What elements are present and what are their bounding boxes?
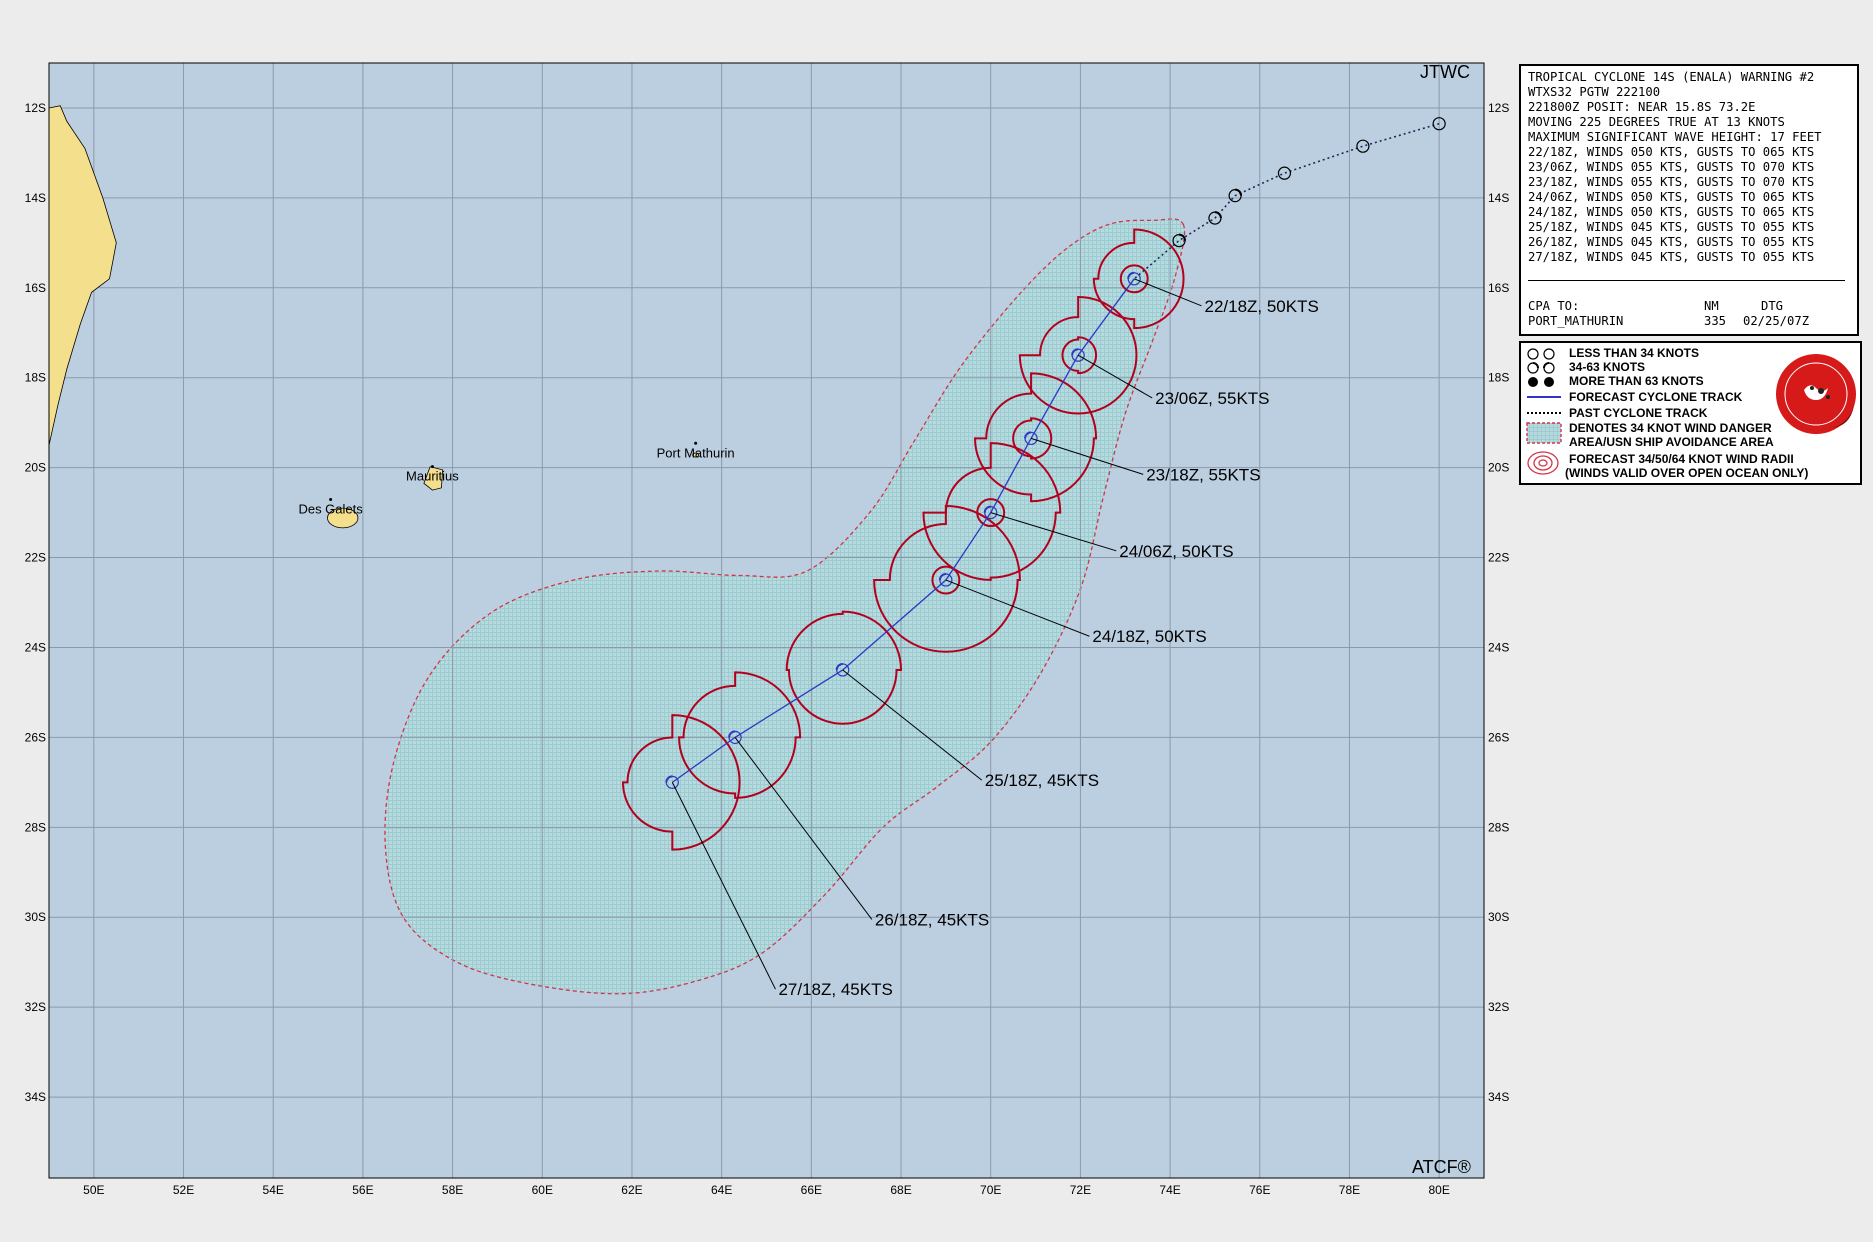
lat-tick-label: 14S — [1488, 191, 1509, 205]
warning-line: 23/06Z, WINDS 055 KTS, GUSTS TO 070 KTS — [1528, 160, 1815, 174]
lat-tick-label: 22S — [25, 551, 46, 565]
legend-item: PAST CYCLONE TRACK — [1569, 406, 1708, 420]
lat-tick-label: 20S — [1488, 461, 1509, 475]
lon-tick-label: 68E — [890, 1183, 911, 1197]
forecast-label: 27/18Z, 45KTS — [778, 980, 892, 999]
lat-tick-label: 16S — [1488, 281, 1509, 295]
warning-panel: TROPICAL CYCLONE 14S (ENALA) WARNING #2 W… — [1519, 64, 1859, 336]
software-label: ATCF® — [1412, 1157, 1471, 1177]
34-63-knots-icon — [1527, 362, 1555, 374]
warning-line: 22/18Z, WINDS 050 KTS, GUSTS TO 065 KTS — [1528, 145, 1815, 159]
legend-item: (WINDS VALID OVER OPEN OCEAN ONLY) — [1565, 466, 1809, 480]
lat-tick-label: 32S — [25, 1000, 46, 1014]
legend-item: 34-63 KNOTS — [1569, 360, 1646, 374]
lat-tick-label: 28S — [25, 820, 46, 834]
legend-symbols — [1526, 348, 1562, 475]
lat-tick-label: 22S — [1488, 551, 1509, 565]
forecast-label: 23/18Z, 55KTS — [1146, 465, 1260, 484]
lon-tick-label: 76E — [1249, 1183, 1270, 1197]
place-label: Mauritius — [406, 469, 459, 484]
lat-tick-label: 12S — [25, 101, 46, 115]
lon-tick-label: 56E — [352, 1183, 373, 1197]
lon-tick-label: 66E — [801, 1183, 822, 1197]
legend-item: LESS THAN 34 KNOTS — [1569, 346, 1700, 360]
lat-tick-label: 24S — [1488, 640, 1509, 654]
more-than-63-icon — [1528, 377, 1554, 387]
lat-tick-label: 12S — [1488, 101, 1509, 115]
lat-tick-label: 24S — [25, 640, 46, 654]
warning-line: MAXIMUM SIGNIFICANT WAVE HEIGHT: 17 FEET — [1528, 130, 1822, 144]
lat-tick-label: 34S — [25, 1090, 46, 1104]
forecast-label: 24/06Z, 50KTS — [1119, 542, 1233, 561]
agency-label: JTWC — [1420, 62, 1470, 82]
wind-radii-icon — [1527, 451, 1559, 475]
lon-tick-label: 72E — [1070, 1183, 1091, 1197]
warning-line: MOVING 225 DEGREES TRUE AT 13 KNOTS — [1528, 115, 1785, 129]
lat-tick-label: 18S — [25, 371, 46, 385]
place-label: Port Mathurin — [657, 445, 735, 460]
jtwc-seal-icon — [1776, 354, 1856, 434]
cpa-nm: 335 — [1704, 314, 1727, 328]
forecast-label: 22/18Z, 50KTS — [1204, 297, 1318, 316]
warning-line: 27/18Z, WINDS 045 KTS, GUSTS TO 055 KTS — [1528, 250, 1815, 264]
lon-tick-label: 70E — [980, 1183, 1001, 1197]
lat-tick-label: 18S — [1488, 371, 1509, 385]
legend-item: AREA/USN SHIP AVOIDANCE AREA — [1569, 435, 1774, 449]
cpa-header: CPA TO: — [1528, 299, 1580, 313]
warning-line: 23/18Z, WINDS 055 KTS, GUSTS TO 070 KTS — [1528, 175, 1815, 189]
lon-tick-label: 80E — [1428, 1183, 1449, 1197]
lat-tick-label: 30S — [1488, 910, 1509, 924]
lon-tick-label: 64E — [711, 1183, 732, 1197]
lon-tick-label: 62E — [621, 1183, 642, 1197]
legend-item: MORE THAN 63 KNOTS — [1569, 374, 1704, 388]
lat-tick-label: 14S — [25, 191, 46, 205]
lon-tick-label: 78E — [1339, 1183, 1360, 1197]
legend-item: FORECAST 34/50/64 KNOT WIND RADII — [1569, 452, 1794, 466]
forecast-label: 23/06Z, 55KTS — [1155, 389, 1269, 408]
lon-tick-label: 60E — [532, 1183, 553, 1197]
lat-tick-label: 26S — [1488, 730, 1509, 744]
warning-line: 221800Z POSIT: NEAR 15.8S 73.2E — [1528, 100, 1756, 114]
lat-tick-label: 32S — [1488, 1000, 1509, 1014]
warning-divider — [1528, 280, 1845, 281]
cpa-dtg: 02/25/07Z — [1743, 314, 1810, 328]
lat-tick-label: 28S — [1488, 820, 1509, 834]
lon-tick-label: 74E — [1159, 1183, 1180, 1197]
cpa-place: PORT_MATHURIN — [1528, 314, 1624, 328]
lon-tick-label: 50E — [83, 1183, 104, 1197]
warning-line: 25/18Z, WINDS 045 KTS, GUSTS TO 055 KTS — [1528, 220, 1815, 234]
lon-tick-label: 58E — [442, 1183, 463, 1197]
lat-tick-label: 34S — [1488, 1090, 1509, 1104]
lat-tick-label: 26S — [25, 730, 46, 744]
legend-item: FORECAST CYCLONE TRACK — [1569, 390, 1743, 404]
place-label: Des Galets — [298, 501, 363, 516]
lat-tick-label: 20S — [25, 461, 46, 475]
warning-line: 24/18Z, WINDS 050 KTS, GUSTS TO 065 KTS — [1528, 205, 1815, 219]
lat-tick-label: 30S — [25, 910, 46, 924]
forecast-label: 24/18Z, 50KTS — [1092, 627, 1206, 646]
lat-tick-label: 16S — [25, 281, 46, 295]
lon-tick-label: 52E — [173, 1183, 194, 1197]
dtg-header: DTG — [1761, 299, 1784, 313]
forecast-label: 26/18Z, 45KTS — [875, 910, 989, 929]
warning-line: WTXS32 PGTW 222100 — [1528, 85, 1661, 99]
forecast-label: 25/18Z, 45KTS — [985, 771, 1099, 790]
warning-line: 26/18Z, WINDS 045 KTS, GUSTS TO 055 KTS — [1528, 235, 1815, 249]
danger-area-icon — [1526, 422, 1562, 444]
legend-item: DENOTES 34 KNOT WIND DANGER — [1569, 421, 1772, 435]
nm-header: NM — [1704, 299, 1719, 313]
less-than-34-icon — [1527, 348, 1555, 360]
warning-line: 24/06Z, WINDS 050 KTS, GUSTS TO 065 KTS — [1528, 190, 1815, 204]
lon-tick-label: 54E — [263, 1183, 284, 1197]
warning-line: TROPICAL CYCLONE 14S (ENALA) WARNING #2 — [1528, 70, 1815, 84]
legend-panel: LESS THAN 34 KNOTS 34-63 KNOTS MORE THAN 6… — [1519, 341, 1862, 485]
